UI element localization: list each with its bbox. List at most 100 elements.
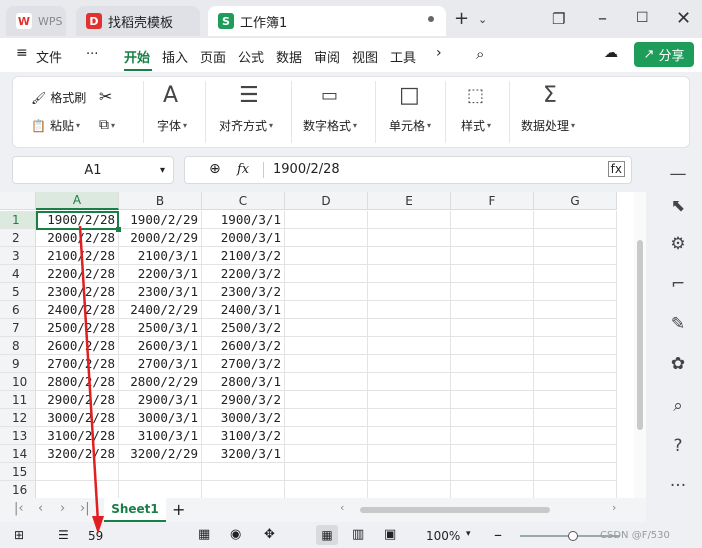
cell[interactable]: 2400/2/28 (36, 301, 119, 319)
formula-input[interactable]: 1900/2/28 (273, 162, 340, 177)
cut-icon[interactable]: ✂ (99, 87, 112, 106)
cell[interactable] (285, 319, 368, 337)
cell[interactable] (451, 265, 534, 283)
paste-button[interactable]: 📋 粘贴 ▾ (31, 117, 80, 134)
cell[interactable] (202, 481, 285, 498)
cell[interactable] (368, 319, 451, 337)
cell[interactable] (534, 409, 617, 427)
cell[interactable] (451, 463, 534, 481)
cell[interactable] (451, 409, 534, 427)
chevron-right-icon[interactable]: › (436, 45, 442, 61)
last-sheet-icon[interactable]: ›| (80, 501, 90, 516)
cell[interactable] (368, 211, 451, 229)
cell[interactable]: 2200/3/2 (202, 265, 285, 283)
cell[interactable]: 3000/3/1 (119, 409, 202, 427)
select-all-corner[interactable] (0, 192, 36, 210)
page-icon[interactable]: ☰ (58, 528, 69, 542)
page-layout-icon[interactable]: ▥ (352, 527, 364, 542)
next-sheet-icon[interactable]: › (60, 501, 65, 516)
cell[interactable] (119, 463, 202, 481)
cell[interactable] (534, 481, 617, 498)
spreadsheet-grid[interactable]: A B C D E F G 1 1900/2/28 1900/2/29 1900/3/1 2 2000/… (0, 192, 646, 498)
number-format-button[interactable]: 数字格式 ▾ (303, 117, 357, 134)
cell[interactable]: 2900/2/28 (36, 391, 119, 409)
cell[interactable]: 2600/3/1 (119, 337, 202, 355)
protect-icon[interactable]: ▦ (198, 527, 210, 542)
zoom-dropdown-icon[interactable]: ▾ (466, 529, 471, 539)
hamburger-icon[interactable]: ≡ (16, 45, 28, 61)
cell[interactable] (534, 373, 617, 391)
cell[interactable]: 2500/3/2 (202, 319, 285, 337)
sheet-tab[interactable]: Sheet1 (104, 498, 166, 522)
cell[interactable]: 2400/2/29 (119, 301, 202, 319)
cell[interactable] (368, 247, 451, 265)
column-header-a[interactable]: A (36, 192, 119, 210)
cell[interactable]: 2200/3/1 (119, 265, 202, 283)
cell[interactable] (534, 391, 617, 409)
tab-template[interactable]: D 找稻壳模板 (76, 6, 200, 36)
menu-home[interactable]: 开始 (124, 47, 150, 66)
tools-icon[interactable]: ✎ (666, 314, 690, 334)
cell[interactable]: 3000/2/28 (36, 409, 119, 427)
column-header-c[interactable]: C (202, 192, 285, 210)
cell[interactable] (368, 265, 451, 283)
cell[interactable] (451, 319, 534, 337)
cell[interactable] (368, 355, 451, 373)
cell[interactable]: 2400/3/1 (202, 301, 285, 319)
cell[interactable]: 2700/3/2 (202, 355, 285, 373)
cell[interactable] (368, 283, 451, 301)
cell[interactable]: 2100/3/2 (202, 247, 285, 265)
normal-view-icon[interactable]: ▦ (316, 525, 338, 545)
scroll-thumb[interactable] (637, 240, 643, 430)
column-header-d[interactable]: D (285, 192, 368, 210)
cell[interactable]: 3200/3/1 (202, 445, 285, 463)
row-header[interactable]: 11 (0, 391, 36, 409)
cell[interactable] (285, 445, 368, 463)
menu-view[interactable]: 视图 (352, 47, 378, 66)
help-icon[interactable]: ? (666, 436, 690, 456)
cell[interactable] (368, 427, 451, 445)
row-header[interactable]: 4 (0, 265, 36, 283)
row-header[interactable]: 9 (0, 355, 36, 373)
cell-button[interactable]: 单元格 ▾ (389, 117, 431, 134)
tab-wps[interactable]: W WPS (6, 6, 66, 36)
share-button[interactable]: ↗ 分享 (634, 42, 694, 67)
cell[interactable]: 3000/3/2 (202, 409, 285, 427)
cell[interactable]: 3200/2/29 (119, 445, 202, 463)
cloud-upload-icon[interactable]: ☁ (604, 45, 618, 61)
cell[interactable] (285, 301, 368, 319)
cell[interactable] (285, 481, 368, 498)
cell[interactable] (285, 283, 368, 301)
cell[interactable] (451, 391, 534, 409)
column-header-f[interactable]: F (451, 192, 534, 210)
first-sheet-icon[interactable]: |‹ (14, 501, 24, 516)
cell[interactable] (451, 283, 534, 301)
cell[interactable]: 2800/2/28 (36, 373, 119, 391)
cell[interactable]: 2600/3/2 (202, 337, 285, 355)
cell[interactable] (451, 301, 534, 319)
menu-page[interactable]: 页面 (200, 47, 226, 66)
cell[interactable] (451, 229, 534, 247)
row-header[interactable]: 5 (0, 283, 36, 301)
cell[interactable]: 2300/3/2 (202, 283, 285, 301)
font-button[interactable]: 字体 ▾ (157, 117, 187, 134)
scroll-right-icon[interactable]: › (612, 501, 616, 514)
column-header-g[interactable]: G (534, 192, 617, 210)
cell[interactable] (534, 337, 617, 355)
fx-icon[interactable]: fx (237, 162, 249, 177)
cell[interactable]: 2700/3/1 (119, 355, 202, 373)
frame-icon[interactable]: ⌐ (666, 274, 690, 294)
horizontal-scrollbar[interactable] (360, 507, 550, 513)
cell[interactable]: 2800/3/1 (202, 373, 285, 391)
macro-icon[interactable]: ⊞ (14, 528, 24, 542)
cell[interactable] (368, 373, 451, 391)
menu-review[interactable]: 审阅 (314, 47, 340, 66)
cell[interactable] (368, 481, 451, 498)
name-box[interactable]: A1 ▾ (12, 156, 174, 184)
row-header[interactable]: 12 (0, 409, 36, 427)
cell[interactable] (534, 427, 617, 445)
format-painter-button[interactable]: 🖌 格式刷 (31, 89, 86, 106)
cell[interactable] (534, 283, 617, 301)
cell[interactable] (202, 463, 285, 481)
cell[interactable] (285, 373, 368, 391)
